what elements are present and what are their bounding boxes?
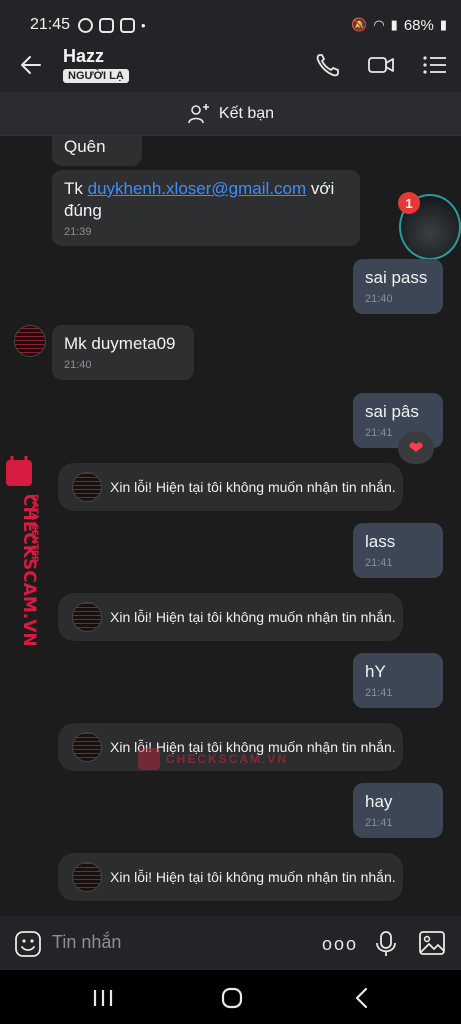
notification-badge: 1 (398, 192, 420, 214)
system-message-text: Xin lỗi! Hiện tại tôi không muốn nhận ti… (110, 869, 396, 885)
gallery-icon (99, 17, 115, 33)
heart-icon: ❤ (408, 437, 424, 458)
home-icon[interactable] (219, 986, 245, 1010)
message-text: hay (365, 792, 393, 811)
email-link[interactable]: duykhenh.xloser@gmail.com (88, 179, 307, 198)
image-picker-icon[interactable] (418, 930, 446, 956)
message-text-line2: đúng (64, 201, 102, 220)
watermark-center-text: CHECKSCAM.VN (166, 752, 289, 766)
stranger-badge: NGƯỜI LẠ (63, 69, 129, 83)
messenger-icon (78, 17, 94, 33)
message-bubble-outgoing[interactable]: lass 21:41 (353, 523, 443, 578)
message-bubble-incoming[interactable]: Mk duymeta09 21:40 (52, 325, 194, 380)
contact-name[interactable]: Hazz (63, 46, 104, 67)
message-list[interactable]: Quên Tk duykhenh.xloser@gmail.com với đú… (0, 136, 461, 916)
battery-icon: ▮ (439, 17, 447, 32)
message-text: sai pâs (365, 402, 419, 421)
message-time: 21:41 (365, 557, 393, 569)
wifi-icon: ◠ (373, 17, 385, 32)
mute-icon: 🔕 (351, 17, 368, 32)
lock-icon (138, 748, 160, 770)
battery-level: 68% (403, 16, 434, 34)
more-options-icon[interactable]: ooo (322, 934, 358, 955)
microphone-icon[interactable] (374, 930, 398, 958)
add-friend-icon (188, 103, 209, 123)
dot-icon: • (141, 17, 146, 33)
message-bubble-outgoing[interactable]: sai pass 21:40 (353, 259, 443, 314)
contact-avatar[interactable] (14, 325, 46, 357)
contact-avatar (72, 732, 102, 762)
message-time: 21:41 (365, 817, 393, 829)
app-icon (120, 17, 136, 33)
message-bubble-incoming[interactable]: Quên (52, 136, 142, 166)
system-nav-bar (0, 970, 461, 1024)
message-bubble-outgoing[interactable]: hY 21:41 (353, 653, 443, 708)
back-icon[interactable] (349, 986, 375, 1010)
message-text: Tk duykhenh.xloser@gmail.com với (64, 179, 335, 198)
video-call-icon[interactable] (367, 52, 395, 78)
message-time: 21:40 (365, 293, 393, 305)
phone-call-icon[interactable] (314, 52, 342, 78)
watermark-center: CHECKSCAM.VN (138, 748, 288, 770)
message-bubble-outgoing[interactable]: hay 21:41 (353, 783, 443, 838)
system-message-text: Xin lỗi! Hiện tại tôi không muốn nhận ti… (110, 609, 396, 625)
message-time: 21:40 (64, 359, 92, 371)
system-message-text: Xin lỗi! Hiện tại tôi không muốn nhận ti… (110, 479, 396, 495)
message-text: Quên (64, 137, 106, 156)
message-text: sai pass (365, 268, 428, 287)
signal-icon: ▮ (390, 17, 398, 32)
contact-avatar (72, 862, 102, 892)
message-time: 21:39 (64, 226, 92, 238)
menu-icon[interactable] (421, 52, 449, 78)
recent-apps-icon[interactable] (90, 986, 116, 1010)
status-time: 21:45 (30, 16, 71, 33)
message-input[interactable]: Tin nhắn (52, 932, 121, 953)
system-auto-reply: Xin lỗi! Hiện tại tôi không muốn nhận ti… (58, 853, 403, 901)
message-text: Mk duymeta09 (64, 334, 176, 353)
watermark-side: CHECKSCAM.VN DATA CENTER (6, 456, 39, 647)
message-time: 21:41 (365, 687, 393, 699)
contact-avatar (72, 472, 102, 502)
system-auto-reply: Xin lỗi! Hiện tại tôi không muốn nhận ti… (58, 463, 403, 511)
chat-header: Hazz NGƯỜI LẠ (0, 38, 461, 92)
emoji-icon[interactable] (14, 930, 42, 958)
back-arrow-icon[interactable] (18, 52, 44, 78)
message-text: hY (365, 662, 386, 681)
add-friend-bar[interactable]: Kết bạn (0, 92, 461, 136)
contact-avatar (72, 602, 102, 632)
add-friend-label: Kết bạn (218, 104, 275, 122)
reaction-heart[interactable]: ❤ (398, 432, 434, 464)
system-auto-reply: Xin lỗi! Hiện tại tôi không muốn nhận ti… (58, 593, 403, 641)
message-bubble-incoming[interactable]: Tk duykhenh.xloser@gmail.com với đúng 21… (52, 170, 360, 246)
watermark-sub: DATA CENTER (29, 494, 39, 563)
message-text: lass (365, 532, 396, 551)
message-composer: Tin nhắn ooo (0, 916, 461, 970)
